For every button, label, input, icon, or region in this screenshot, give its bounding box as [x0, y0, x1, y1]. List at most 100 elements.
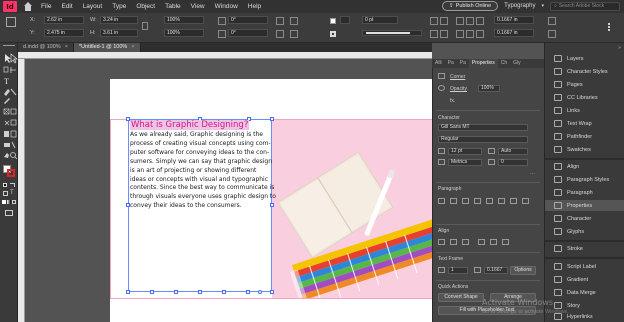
document-canvas[interactable]: What is Graphic Designing? As we already…	[25, 59, 432, 322]
dock-item-text-wrap[interactable]: Text Wrap	[545, 118, 624, 129]
panel-menu-icon[interactable]	[608, 23, 614, 31]
grid-icon[interactable]	[548, 17, 556, 25]
tab-character[interactable]: Ch	[498, 59, 510, 68]
align-objects-hcenter-icon[interactable]	[450, 239, 457, 245]
formatting-text-icon[interactable]: T	[10, 190, 15, 196]
drop-shadow-icon[interactable]	[430, 30, 438, 38]
tracking-field[interactable]: 0	[498, 159, 528, 166]
stroke-swatch-icon[interactable]	[330, 31, 336, 37]
default-colors-icon[interactable]	[3, 183, 7, 187]
notebook-photo[interactable]	[272, 120, 432, 298]
apply-color-icon[interactable]	[2, 200, 6, 204]
reference-field[interactable]: 0.1667 in	[494, 29, 534, 37]
align-spine-icon[interactable]	[522, 198, 529, 204]
vertical-ruler[interactable]	[18, 59, 25, 322]
dock-item-paragraph-styles[interactable]: Paragraph Styles	[545, 174, 624, 185]
flip-vertical-icon[interactable]	[276, 30, 284, 38]
dock-item-links[interactable]: Links	[545, 105, 624, 116]
menu-file[interactable]: File	[41, 3, 51, 10]
effects-label[interactable]: fx.	[450, 98, 455, 104]
scale-x-field[interactable]: 100%	[164, 16, 204, 24]
dock-item-cc-libraries[interactable]: CC Libraries	[545, 92, 624, 103]
font-family-field[interactable]: Gill Sans MT	[438, 124, 528, 131]
swap-colors-icon[interactable]	[10, 183, 15, 187]
opacity-icon[interactable]	[440, 30, 448, 38]
font-style-field[interactable]: Regular	[438, 136, 528, 143]
justify-right-icon[interactable]	[498, 198, 505, 204]
dock-item-swatches[interactable]: Swatches	[545, 144, 624, 155]
align-objects-bottom-icon[interactable]	[502, 239, 509, 245]
screen-mode-icon[interactable]	[5, 210, 13, 216]
frame-handle-b5[interactable]	[246, 290, 250, 294]
effects-icon[interactable]	[440, 17, 448, 25]
opacity-field[interactable]: 100%	[478, 85, 500, 92]
dock-item-data-merge[interactable]: Data Merge	[545, 287, 624, 298]
fill-swatch-icon[interactable]	[330, 18, 336, 24]
flip-horizontal-icon[interactable]	[276, 17, 284, 25]
rotate-icon[interactable]	[218, 17, 226, 25]
align-objects-vcenter-icon[interactable]	[490, 239, 497, 245]
select-content-icon[interactable]	[290, 30, 298, 38]
menu-layout[interactable]: Layout	[83, 3, 103, 10]
dock-item-character[interactable]: Character	[545, 213, 624, 224]
character-more-icon[interactable]: ⋯	[530, 171, 537, 177]
menu-help[interactable]: Help	[248, 3, 261, 10]
x-field[interactable]: 2.62 in	[44, 16, 84, 24]
distribute-icon[interactable]	[456, 30, 464, 38]
tab-align[interactable]: Alli	[432, 59, 445, 68]
w-field[interactable]: 3.24 in	[100, 16, 138, 24]
frame-handle-br[interactable]	[270, 290, 274, 294]
dock-item-gradient[interactable]: Gradient	[545, 274, 624, 285]
headline-text[interactable]: What is Graphic Designing?	[130, 120, 250, 130]
align-right-text-icon[interactable]	[462, 198, 469, 204]
h-field[interactable]: 3.61 in	[100, 29, 138, 37]
y-field[interactable]: 2.475 in	[44, 29, 84, 37]
justify-left-icon[interactable]	[474, 198, 481, 204]
page-tool-icon[interactable]	[3, 66, 9, 73]
collapse-toolbar-icon[interactable]	[3, 45, 15, 48]
fill-dropdown[interactable]	[340, 16, 350, 24]
horizontal-ruler[interactable]	[18, 52, 432, 59]
publish-online-button[interactable]: ⇪ Publish Online	[442, 1, 499, 11]
columns-field[interactable]: 1	[448, 267, 468, 274]
text-frame-out-port[interactable]	[258, 290, 262, 294]
constrain-proportions-icon[interactable]	[142, 22, 148, 30]
dock-item-script-label[interactable]: Script Label	[545, 261, 624, 272]
dock-item-character-styles[interactable]: Character Styles	[545, 66, 624, 77]
tab-properties[interactable]: Properties	[468, 59, 498, 68]
apply-none-icon[interactable]	[12, 200, 16, 204]
dock-item-layers[interactable]: Layers	[545, 53, 624, 64]
font-size-field[interactable]: 12 pt	[448, 148, 482, 155]
selection-tool-icon[interactable]	[5, 54, 11, 63]
select-container-icon[interactable]	[290, 17, 298, 25]
dock-item-stroke[interactable]: Stroke	[545, 243, 624, 254]
leading-field[interactable]: Auto	[498, 148, 528, 155]
menu-edit[interactable]: Edit	[61, 3, 72, 10]
stroke-weight-field[interactable]: 0 pt	[362, 16, 398, 24]
apply-gradient-icon[interactable]	[7, 200, 11, 204]
corner-options-icon[interactable]	[438, 73, 445, 79]
close-icon[interactable]: ×	[65, 44, 68, 50]
frame-handle-bm[interactable]	[198, 290, 202, 294]
column-gutter-field[interactable]: 0.1667	[484, 267, 508, 274]
workspace-switcher[interactable]: Typography	[504, 3, 535, 9]
direct-selection-tool-icon[interactable]	[10, 53, 18, 64]
menu-object[interactable]: Object	[136, 3, 155, 10]
justify-all-icon[interactable]	[510, 198, 517, 204]
align-objects-right-icon[interactable]	[462, 239, 469, 245]
tab-document-1[interactable]: d.indd @ 100% ×	[18, 43, 74, 52]
dock-item-pathfinder[interactable]: Pathfinder	[545, 131, 624, 142]
rotate-field[interactable]: 0°	[228, 16, 268, 24]
formatting-container-icon[interactable]	[3, 191, 8, 196]
frame-handle-b4[interactable]	[222, 290, 226, 294]
body-text[interactable]: As we already said, Graphic designing is…	[130, 131, 276, 211]
align-center-text-icon[interactable]	[450, 198, 457, 204]
corner-label[interactable]: Corner	[450, 74, 465, 80]
dock-item-align[interactable]: Align	[545, 161, 624, 172]
menu-type[interactable]: Type	[112, 3, 126, 10]
dock-item-properties[interactable]: Properties	[545, 200, 624, 211]
menu-view[interactable]: View	[191, 3, 205, 10]
align-left-text-icon[interactable]	[438, 198, 445, 204]
document-page[interactable]: What is Graphic Designing? As we already…	[110, 79, 432, 322]
frame-handle-bl[interactable]	[126, 290, 130, 294]
